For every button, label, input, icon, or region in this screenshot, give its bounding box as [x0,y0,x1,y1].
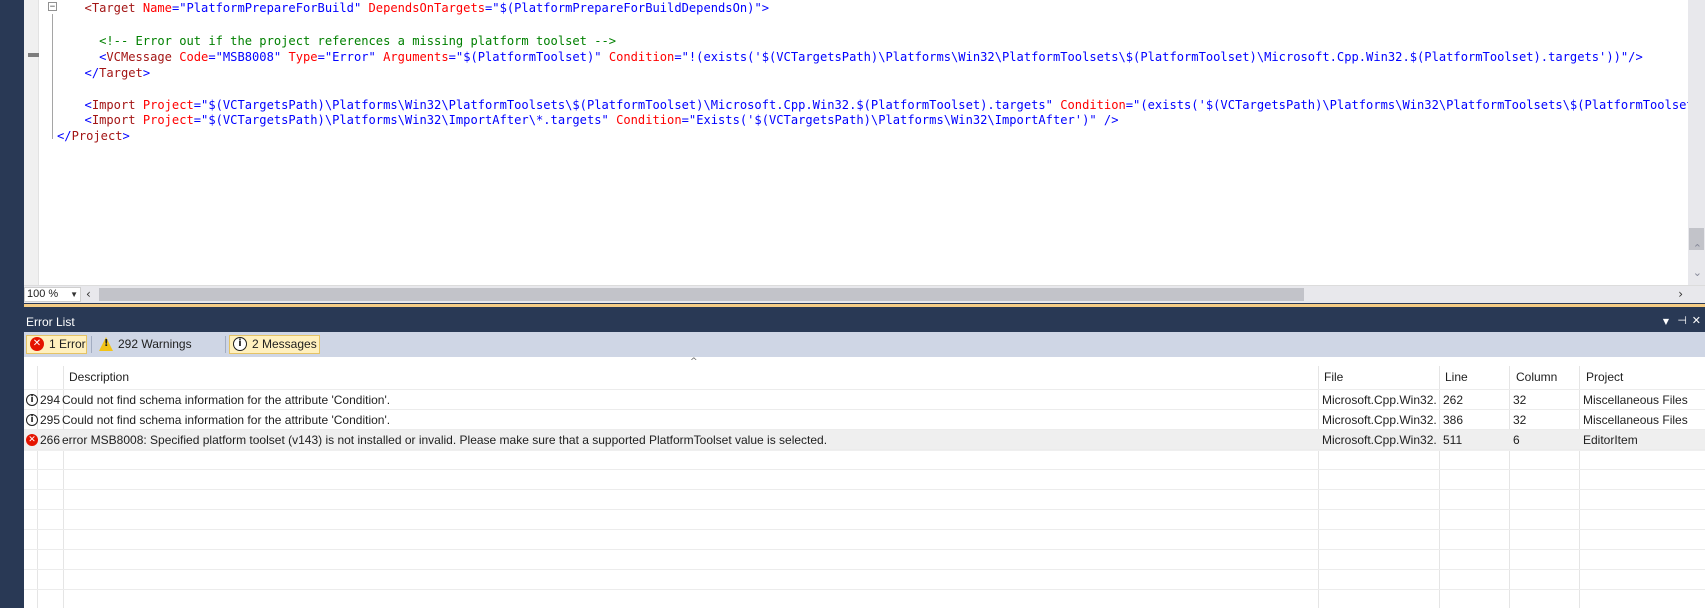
messages-filter-label: 2 Messages [252,337,317,351]
zoom-value: 100 % [27,288,59,300]
column-header-file[interactable]: File [1324,366,1343,388]
row-line: 511 [1443,433,1463,447]
row-line: 262 [1443,393,1464,407]
row-project: Miscellaneous Files [1583,393,1688,407]
row-project: Miscellaneous Files [1583,413,1688,427]
panel-splitter[interactable] [24,304,1705,307]
row-file: Microsoft.Cpp.Win32. [1322,433,1437,447]
empty-row [24,469,1705,491]
scroll-left-icon[interactable]: ‹ [86,287,91,301]
chevron-down-icon: ▼ [70,290,78,299]
toolbar-separator [225,336,226,353]
info-icon: i [26,414,38,426]
warnings-filter-label: 292 Warnings [118,337,192,351]
row-line: 386 [1443,413,1464,427]
horizontal-scroll-thumb[interactable] [99,288,1304,301]
vertical-scrollbar[interactable]: ⌃ ⌄ [1688,0,1705,285]
row-column: 32 [1513,413,1527,427]
row-column: 6 [1513,433,1520,447]
error-list-table: ^ Description File Line Column Project i… [24,357,1705,608]
window-menu-icon[interactable]: ▼ [1663,317,1669,326]
horizontal-scrollbar[interactable]: 100 % ▼ ‹ › [24,285,1705,303]
error-icon: ✕ [30,337,44,351]
table-row[interactable]: ✕ 266 error MSB8008: Specified platform to… [24,429,1705,451]
empty-row [24,509,1705,531]
empty-row [24,589,1705,608]
error-list-titlebar: Error List ▼ ⊣ ✕ [24,313,1705,331]
pin-icon[interactable]: ⊣ [1677,314,1687,327]
outline-guide [52,14,53,139]
column-header-column[interactable]: Column [1516,366,1557,388]
collapse-toggle-icon[interactable]: − [48,2,57,12]
warnings-filter-button[interactable]: ! 292 Warnings [95,335,221,354]
toolbar-separator [91,336,92,353]
code-line[interactable]: <Target Name="PlatformPrepareForBuild" D… [70,0,769,16]
row-column: 32 [1513,393,1527,407]
info-icon: i [26,394,38,406]
error-icon: ✕ [26,434,38,446]
table-row[interactable]: i 295 Could not find schema information fo… [24,409,1705,431]
code-line[interactable]: <Import Project="$(VCTargetsPath)\Platfo… [70,112,1119,128]
column-header-line[interactable]: Line [1445,366,1468,388]
close-icon[interactable]: ✕ [1692,314,1701,327]
row-file: Microsoft.Cpp.Win32. [1322,413,1437,427]
code-line[interactable]: </Target> [70,65,151,81]
row-description: Could not find schema information for th… [62,413,391,427]
messages-filter-button[interactable]: i 2 Messages [229,335,320,354]
table-row[interactable]: i 294 Could not find schema information fo… [24,389,1705,411]
error-list-toolbar: ✕ 1 Error ! 292 Warnings i 2 Messages [24,332,1705,357]
scroll-right-icon[interactable]: › [1678,287,1683,301]
code-line[interactable]: <!-- Error out if the project references… [70,33,616,49]
empty-row [24,549,1705,571]
row-description: Could not find schema information for th… [62,393,391,407]
column-header-project[interactable]: Project [1586,366,1623,388]
error-list-title: Error List [26,315,75,329]
editor-indicator-margin [24,0,39,285]
bookmark-marker [28,53,39,57]
row-number: 266 [40,433,61,447]
code-line[interactable]: <Import Project="$(VCTargetsPath)\Platfo… [70,97,1705,113]
row-number: 294 [40,393,61,407]
scroll-down-icon[interactable]: ⌄ [1693,266,1702,279]
errors-filter-label: 1 Error [49,337,86,351]
code-line[interactable]: <VCMessage Code="MSB8008" Type="Error" A… [70,49,1643,65]
row-number: 295 [40,413,61,427]
sort-indicator-icon: ^ [690,357,698,367]
row-project: EditorItem [1583,433,1638,447]
empty-row [24,449,1705,471]
scroll-up-icon[interactable]: ⌃ [1693,242,1702,255]
errors-filter-button[interactable]: ✕ 1 Error [26,335,87,354]
zoom-select[interactable]: 100 % ▼ [24,287,81,302]
code-editor[interactable]: − <Target Name="PlatformPrepareForBuild"… [24,0,1705,303]
empty-row [24,489,1705,511]
column-header-description[interactable]: Description [69,366,129,388]
code-line[interactable]: </Project> [57,128,130,144]
empty-row [24,569,1705,591]
row-description: error MSB8008: Specified platform toolse… [62,433,828,447]
row-file: Microsoft.Cpp.Win32. [1322,393,1437,407]
info-icon: i [233,337,247,351]
empty-row [24,529,1705,551]
